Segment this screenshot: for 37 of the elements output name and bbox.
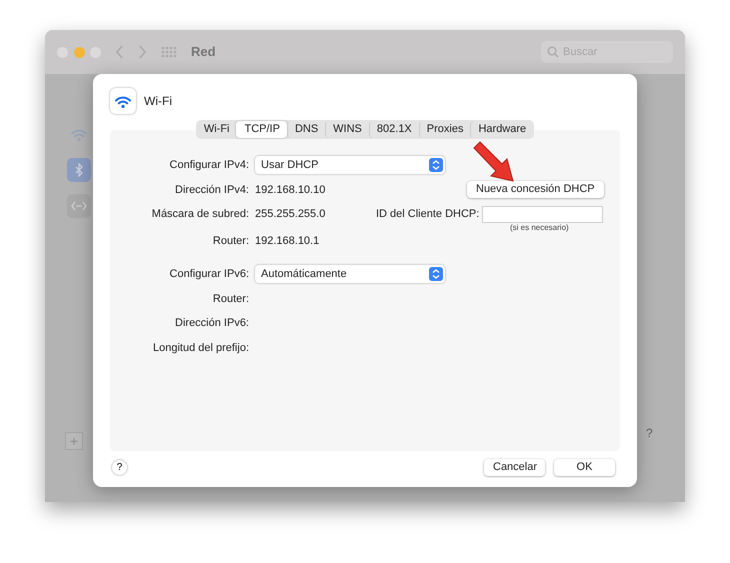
grid-icon[interactable] (161, 46, 177, 58)
popup-menu[interactable]: Automáticamente (255, 265, 445, 284)
tab[interactable]: DNS (286, 121, 326, 138)
hint-text: (si es necesario) (510, 222, 569, 232)
service-name: Wi-Fi (144, 93, 172, 110)
field-label: Longitud del prefijo: (152, 340, 250, 356)
wifi-icon (110, 88, 136, 114)
renew-dhcp-button[interactable]: Nueva concesión DHCP (467, 181, 604, 198)
dialog-button[interactable]: OK (554, 459, 615, 476)
wifi-icon[interactable] (70, 126, 88, 142)
field-value: 192.168.10.1 (255, 234, 320, 246)
search-icon (547, 46, 559, 58)
field-label: Dirección IPv6: (174, 316, 250, 331)
popup-menu[interactable]: Usar DHCP (255, 156, 445, 174)
field-label: Router: (212, 292, 250, 306)
dialog-button[interactable]: Cancelar (484, 459, 545, 476)
forward-icon[interactable] (138, 45, 147, 59)
client-id-field[interactable] (482, 206, 604, 223)
field-label: Dirección IPv4: (174, 182, 250, 198)
help-button[interactable]: ? (112, 460, 127, 475)
tab[interactable]: Wi-Fi (196, 121, 236, 138)
tab[interactable]: WINS (325, 121, 369, 138)
back-icon[interactable] (115, 45, 124, 59)
tab[interactable]: TCP/IP (236, 121, 287, 138)
field-value: 255.255.255.0 (255, 208, 326, 220)
ethernet-icon[interactable] (67, 194, 91, 218)
field-label: Configurar IPv4: (168, 158, 250, 173)
minimize-button[interactable] (74, 46, 84, 58)
window-title: Red (191, 43, 216, 62)
field-label: Máscara de subred: (150, 207, 250, 222)
tab[interactable]: 802.1X (368, 121, 419, 138)
field-label: Configurar IPv6: (168, 267, 250, 282)
field-label: ID del Cliente DHCP: (376, 207, 480, 222)
field-value: 192.168.10.10 (255, 184, 326, 196)
field-label: Router: (212, 234, 250, 248)
bluetooth-icon[interactable] (67, 158, 91, 182)
tab[interactable]: Proxies (418, 121, 470, 138)
